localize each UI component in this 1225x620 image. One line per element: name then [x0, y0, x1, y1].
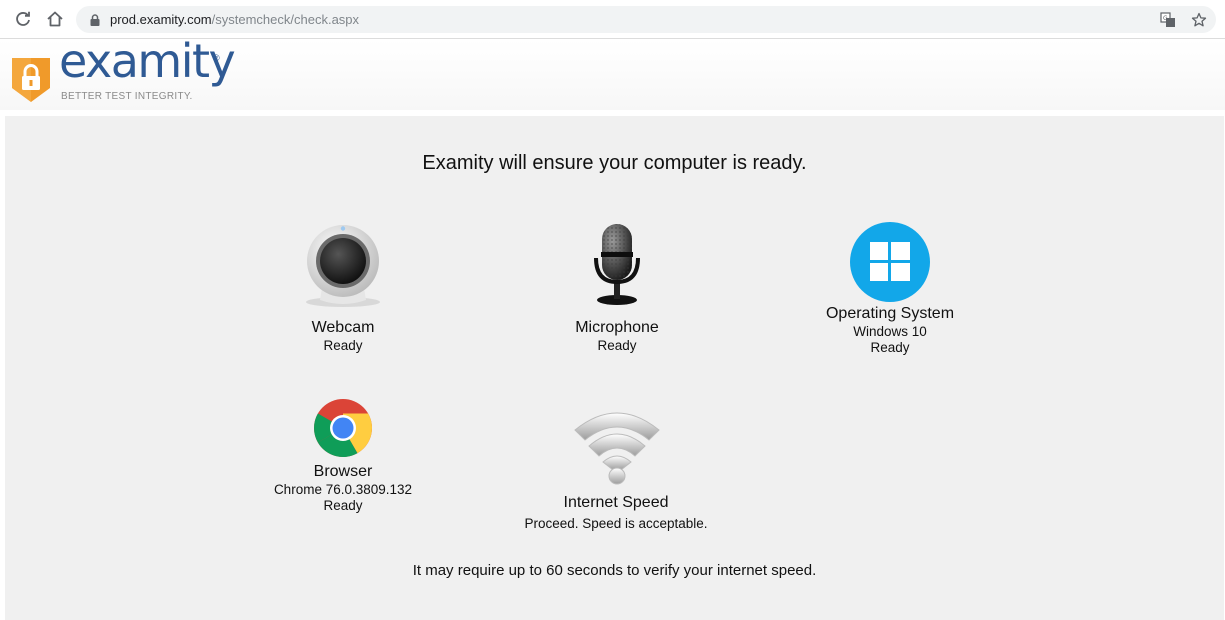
- translate-icon[interactable]: G: [1159, 11, 1177, 29]
- logo-wordmark: examity: [59, 34, 236, 88]
- webcam-status: Ready: [323, 338, 363, 353]
- os-title: Operating System: [825, 305, 955, 322]
- webcam-icon: [304, 222, 382, 313]
- registered-mark: ®: [213, 53, 220, 63]
- reload-icon[interactable]: [13, 9, 33, 29]
- browser-version: Chrome 76.0.3809.132: [273, 482, 413, 497]
- lock-icon: [90, 13, 100, 31]
- internet-speed-title: Internet Speed: [563, 494, 669, 511]
- logo-tagline: BETTER TEST INTEGRITY.: [61, 91, 193, 102]
- os-check: Operating System Windows 10 Ready: [800, 222, 980, 357]
- speed-check-note: It may require up to 60 seconds to verif…: [412, 562, 817, 579]
- bookmark-star-icon[interactable]: [1190, 11, 1208, 29]
- internet-speed-status: Proceed. Speed is acceptable.: [524, 516, 708, 531]
- browser-status: Ready: [323, 498, 363, 513]
- webcam-check: Webcam Ready: [263, 222, 423, 357]
- examity-logo[interactable]: examity ® BETTER TEST INTEGRITY.: [11, 38, 236, 108]
- address-bar[interactable]: prod.examity.com/systemcheck/check.aspx …: [76, 6, 1216, 33]
- svg-text:G: G: [1163, 15, 1168, 22]
- home-icon[interactable]: [45, 9, 65, 29]
- chrome-logo-icon: [313, 398, 373, 463]
- wifi-signal-icon: [573, 404, 661, 491]
- internet-speed-check: Internet Speed Proceed. Speed is accepta…: [506, 404, 726, 534]
- os-status: Ready: [870, 340, 910, 355]
- microphone-title: Microphone: [575, 319, 659, 336]
- page-title: Examity will ensure your computer is rea…: [422, 152, 807, 174]
- system-check-panel: Examity will ensure your computer is rea…: [5, 116, 1224, 620]
- padlock-shield-icon: [11, 57, 51, 108]
- webcam-title: Webcam: [311, 319, 375, 336]
- browser-title: Browser: [313, 463, 373, 480]
- browser-check: Browser Chrome 76.0.3809.132 Ready: [253, 398, 433, 518]
- os-version: Windows 10: [853, 324, 927, 339]
- windows-logo-icon: [850, 222, 930, 307]
- microphone-icon: [590, 222, 644, 311]
- site-header: examity ® BETTER TEST INTEGRITY.: [0, 38, 1225, 110]
- microphone-status: Ready: [597, 338, 637, 353]
- microphone-check: Microphone Ready: [537, 222, 697, 357]
- url-text: prod.examity.com/systemcheck/check.aspx: [110, 12, 360, 27]
